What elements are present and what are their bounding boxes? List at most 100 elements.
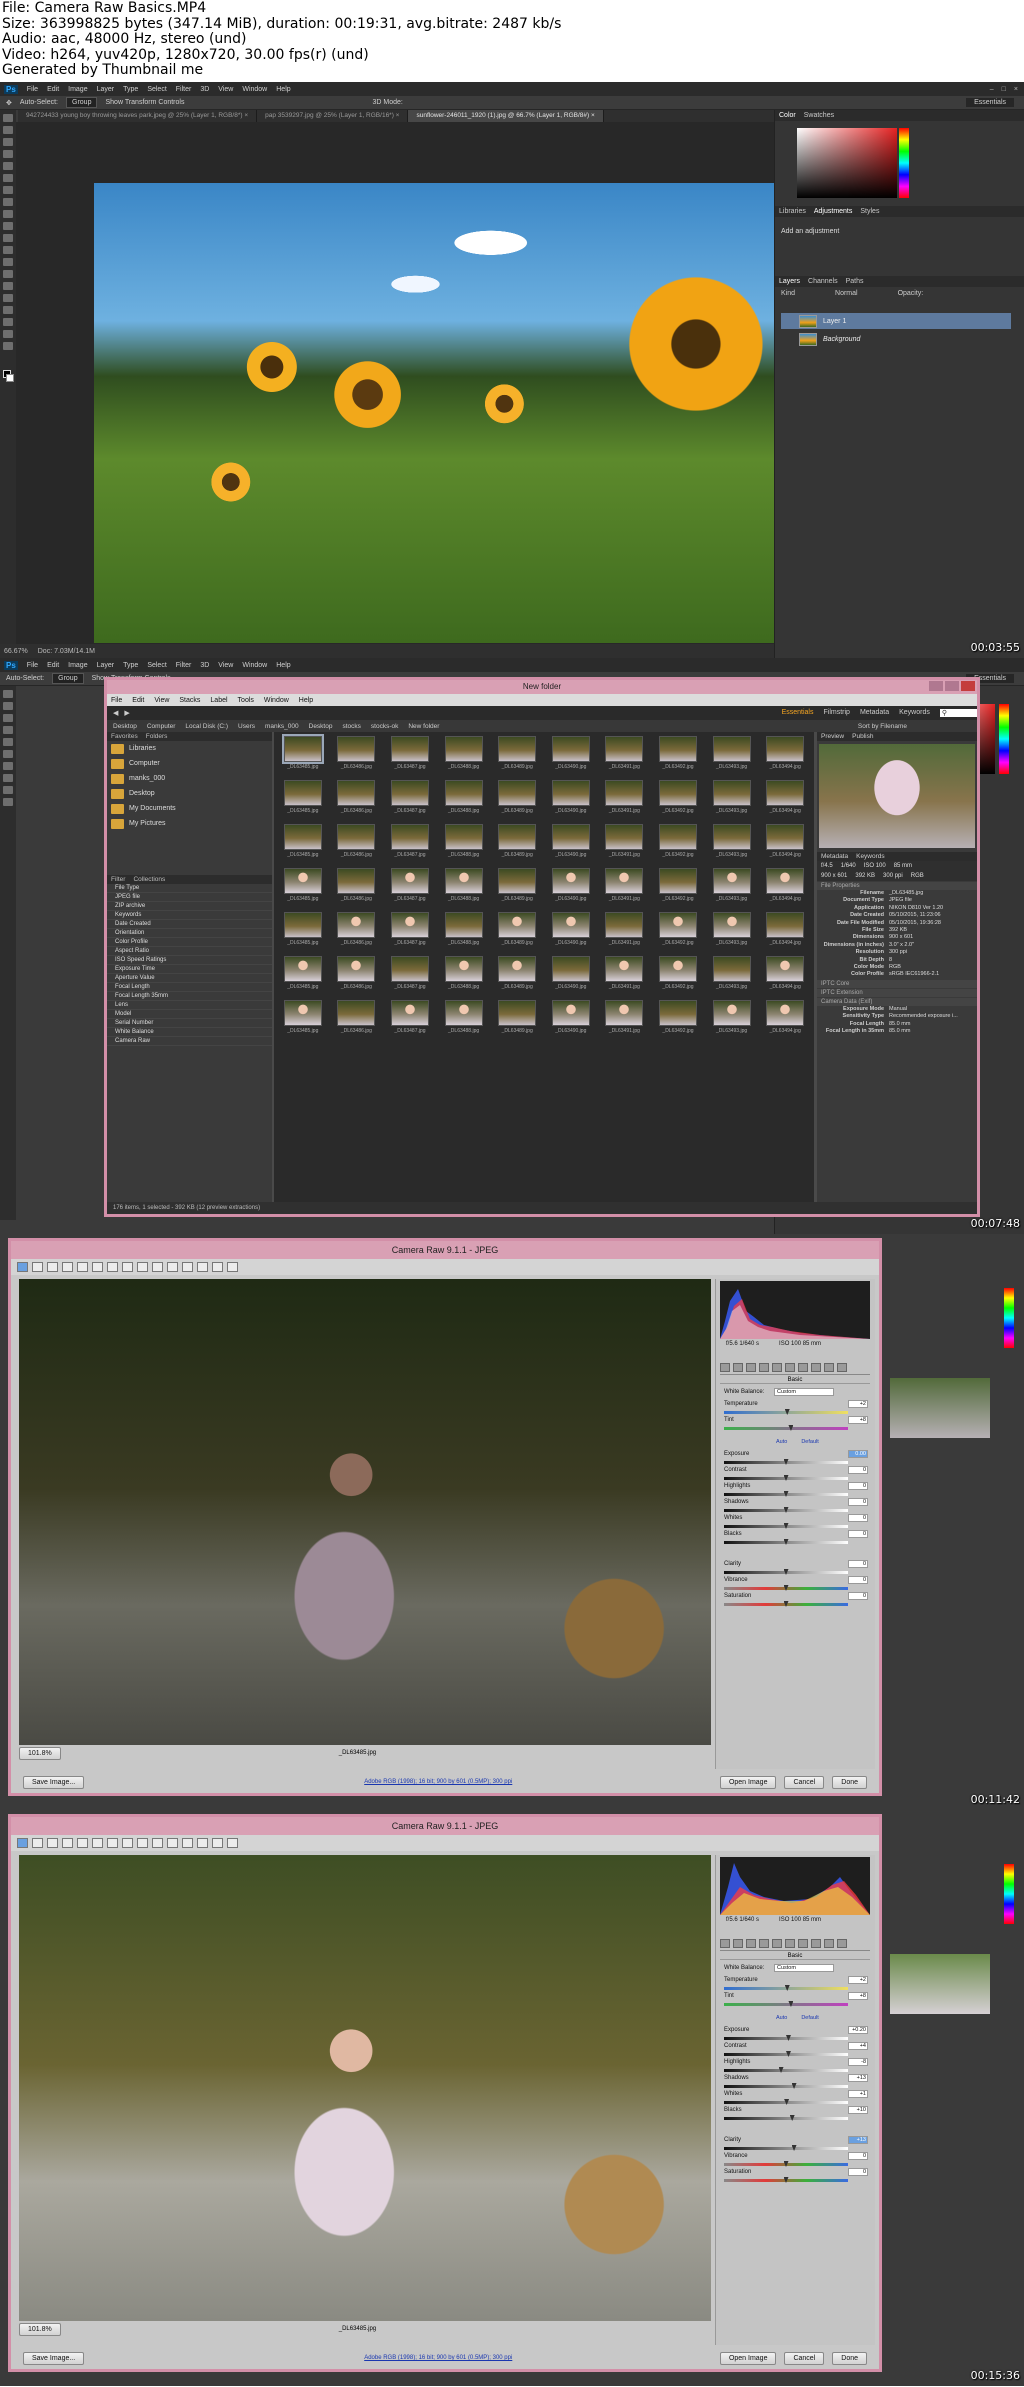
- thumbnail-item[interactable]: _DL63489.jpg: [492, 736, 542, 779]
- section-iptc-extension[interactable]: IPTC Extension: [817, 988, 977, 997]
- tab-folders[interactable]: Folders: [146, 733, 168, 740]
- hue-slider[interactable]: [899, 128, 909, 198]
- white-balance-select[interactable]: Custom: [774, 1388, 834, 1396]
- eraser-tool-icon[interactable]: [3, 750, 13, 758]
- shape-tool-icon[interactable]: [3, 318, 13, 326]
- thumbnail-item[interactable]: _DL63491.jpg: [600, 1000, 650, 1043]
- menu-file[interactable]: File: [111, 697, 122, 704]
- back-icon[interactable]: ◀: [113, 709, 118, 717]
- thumbnail-item[interactable]: _DL63486.jpg: [332, 956, 382, 999]
- minimize-icon[interactable]: [929, 681, 943, 691]
- blend-mode-select[interactable]: Normal: [835, 290, 858, 297]
- menu-stacks[interactable]: Stacks: [179, 697, 200, 704]
- thumbnail-item[interactable]: _DL63487.jpg: [385, 912, 435, 955]
- slider-track[interactable]: [724, 1427, 848, 1430]
- thumbnail-item[interactable]: _DL63492.jpg: [653, 824, 703, 867]
- thumbnail-item[interactable]: _DL63488.jpg: [439, 736, 489, 779]
- tab-libraries[interactable]: Libraries: [779, 208, 806, 215]
- thumbnail-item[interactable]: _DL63494.jpg: [760, 780, 810, 823]
- menu-3d[interactable]: 3D: [200, 662, 209, 669]
- breadcrumb-item[interactable]: Local Disk (C:): [185, 723, 228, 730]
- slider-value-input[interactable]: 0: [848, 1498, 868, 1506]
- menu-tools[interactable]: Tools: [238, 697, 254, 704]
- section-file-properties[interactable]: File Properties: [817, 882, 977, 890]
- filter-item[interactable]: JPEG file: [107, 893, 272, 902]
- menu-view[interactable]: View: [218, 86, 233, 93]
- thumbnail-item[interactable]: _DL63494.jpg: [760, 868, 810, 911]
- breadcrumb-item[interactable]: Computer: [147, 723, 176, 730]
- workflow-options-link[interactable]: Adobe RGB (1998); 16 bit; 900 by 601 (0.…: [364, 1779, 512, 1785]
- slider-value-input[interactable]: +13: [848, 2074, 868, 2082]
- dodge-tool-icon[interactable]: [3, 270, 13, 278]
- auto-select-checkbox[interactable]: Auto-Select:: [20, 99, 58, 106]
- thumbnail-item[interactable]: _DL63492.jpg: [653, 912, 703, 955]
- breadcrumb-item[interactable]: Desktop: [113, 723, 137, 730]
- move-tool-icon[interactable]: ✥: [6, 99, 12, 107]
- slider-value-input[interactable]: 0: [848, 1530, 868, 1538]
- section-iptc-core[interactable]: IPTC Core: [817, 979, 977, 988]
- lasso-tool-icon[interactable]: [3, 714, 13, 722]
- menu-label[interactable]: Label: [210, 697, 227, 704]
- thumbnail-item[interactable]: _DL63492.jpg: [653, 956, 703, 999]
- workspace-keywords[interactable]: Keywords: [899, 709, 930, 717]
- filter-item[interactable]: Serial Number: [107, 1019, 272, 1028]
- menu-image[interactable]: Image: [68, 86, 87, 93]
- thumbnail-item[interactable]: _DL63487.jpg: [385, 736, 435, 779]
- breadcrumb-item[interactable]: Desktop: [309, 723, 333, 730]
- quick-select-tool-icon[interactable]: [3, 150, 13, 158]
- thumbnail-item[interactable]: _DL63489.jpg: [492, 956, 542, 999]
- breadcrumb-item[interactable]: stocks: [342, 723, 360, 730]
- layer-row[interactable]: Layer 1: [781, 313, 1011, 329]
- path-select-tool-icon[interactable]: [3, 306, 13, 314]
- graduated-filter-icon[interactable]: [167, 1838, 178, 1848]
- zoom-tool-icon[interactable]: [3, 342, 13, 350]
- thumbnail-item[interactable]: _DL63490.jpg: [546, 736, 596, 779]
- thumbnail-item[interactable]: _DL63490.jpg: [546, 780, 596, 823]
- color-picker-field[interactable]: [797, 128, 897, 198]
- workflow-options-link[interactable]: Adobe RGB (1998); 16 bit; 900 by 601 (0.…: [364, 2355, 512, 2361]
- white-balance-select[interactable]: Custom: [774, 1964, 834, 1972]
- tab-channels[interactable]: Channels: [808, 278, 838, 285]
- slider-track[interactable]: [724, 2037, 848, 2040]
- hand-tool-icon[interactable]: [32, 1838, 43, 1848]
- filter-item[interactable]: ZIP archive: [107, 902, 272, 911]
- camera-calibration-icon[interactable]: [811, 1939, 821, 1948]
- brush-tool-icon[interactable]: [3, 738, 13, 746]
- thumbnail-item[interactable]: _DL63486.jpg: [332, 736, 382, 779]
- workspace-filmstrip[interactable]: Filmstrip: [823, 709, 849, 717]
- auto-select-dropdown[interactable]: Group: [52, 673, 84, 684]
- slider-track[interactable]: [724, 2147, 848, 2150]
- rotate-right-icon[interactable]: [227, 1262, 238, 1272]
- filter-item[interactable]: Color Profile: [107, 938, 272, 947]
- crop-tool-icon[interactable]: [3, 162, 13, 170]
- thumbnail-item[interactable]: _DL63491.jpg: [600, 824, 650, 867]
- eyedropper-tool-icon[interactable]: [3, 174, 13, 182]
- maximize-icon[interactable]: □: [1002, 86, 1006, 93]
- filter-item[interactable]: Exposure Time: [107, 965, 272, 974]
- filter-item[interactable]: Date Created: [107, 920, 272, 929]
- slider-track[interactable]: [724, 2117, 848, 2120]
- favorite-item[interactable]: My Pictures: [107, 816, 272, 831]
- healing-tool-icon[interactable]: [3, 186, 13, 194]
- tab-styles[interactable]: Styles: [860, 208, 879, 215]
- spot-removal-icon[interactable]: [122, 1262, 133, 1272]
- menu-type[interactable]: Type: [123, 662, 138, 669]
- search-icon[interactable]: ⚲: [939, 709, 977, 717]
- zoom-tool-icon[interactable]: [3, 798, 13, 806]
- hsl-icon[interactable]: [759, 1939, 769, 1948]
- thumbnail-item[interactable]: _DL63485.jpg: [278, 734, 328, 779]
- presets-icon[interactable]: [824, 1939, 834, 1948]
- radial-filter-icon[interactable]: [182, 1262, 193, 1272]
- hand-tool-icon[interactable]: [3, 330, 13, 338]
- thumbnail-item[interactable]: _DL63485.jpg: [278, 956, 328, 999]
- favorite-item[interactable]: My Documents: [107, 801, 272, 816]
- thumbnail-item[interactable]: _DL63486.jpg: [332, 780, 382, 823]
- default-link[interactable]: Default: [801, 1439, 818, 1445]
- thumbnail-item[interactable]: _DL63493.jpg: [707, 736, 757, 779]
- thumbnail-item[interactable]: _DL63494.jpg: [760, 1000, 810, 1043]
- workspace-switcher[interactable]: Essentials: [966, 98, 1014, 107]
- thumbnail-item[interactable]: _DL63494.jpg: [760, 824, 810, 867]
- menu-select[interactable]: Select: [147, 662, 166, 669]
- thumbnail-item[interactable]: _DL63486.jpg: [332, 912, 382, 955]
- menu-window[interactable]: Window: [242, 662, 267, 669]
